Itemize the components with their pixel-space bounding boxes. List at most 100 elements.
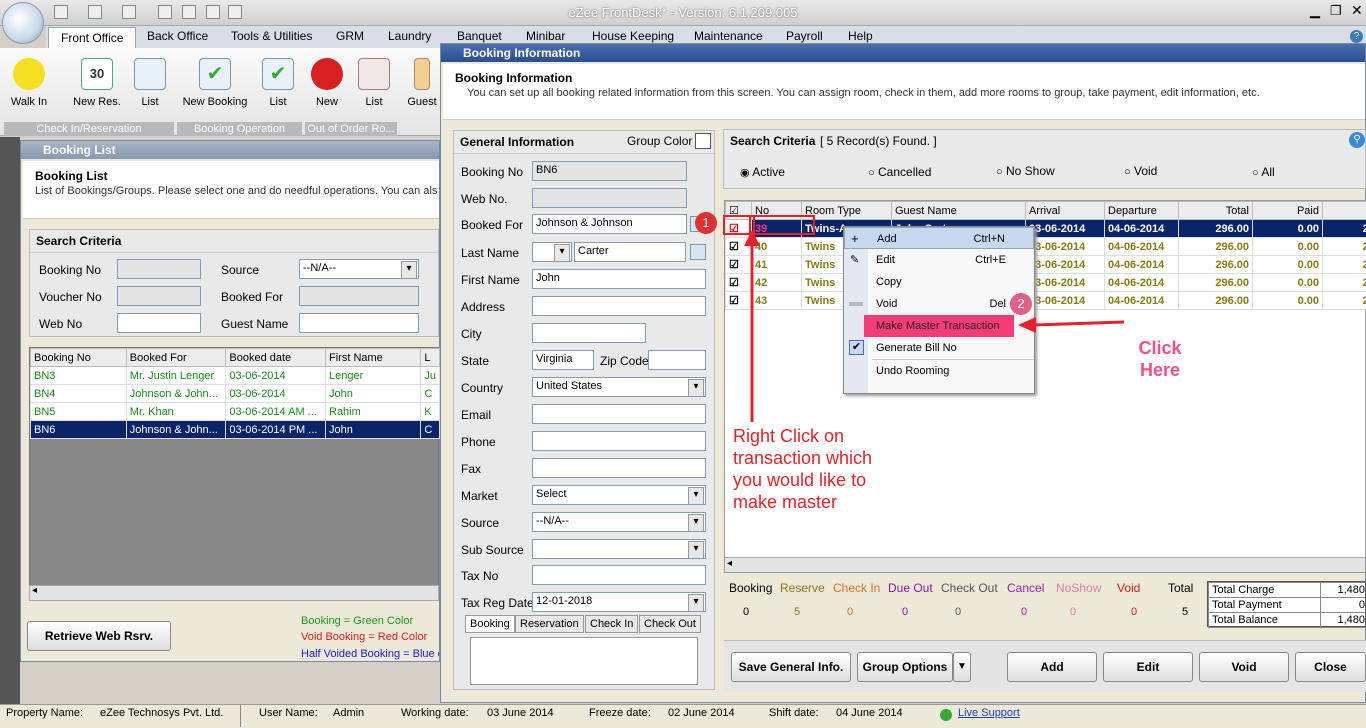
gi-address-input[interactable] xyxy=(532,296,706,316)
retrieve-web-rsrv-button[interactable]: Retrieve Web Rsrv. xyxy=(27,621,171,651)
gi-tax-no-input[interactable] xyxy=(532,565,706,585)
cell-paid: 0.00 xyxy=(1252,237,1323,256)
group-color-swatch[interactable] xyxy=(695,133,711,149)
col-first-name[interactable]: First Name xyxy=(324,348,422,367)
help-icon[interactable]: ? xyxy=(1350,30,1363,43)
tab-front-office[interactable]: Front Office xyxy=(48,27,137,48)
gi-source-select[interactable]: --N/A-- xyxy=(532,512,706,532)
tab-tools-utilities[interactable]: Tools & Utilities xyxy=(231,29,312,43)
gi-zip-input[interactable] xyxy=(648,350,706,370)
tab-back-office[interactable]: Back Office xyxy=(147,29,208,43)
tab-grm[interactable]: GRM xyxy=(336,29,364,43)
booking-list-icon: ✔ xyxy=(262,58,294,90)
tab-payroll[interactable]: Payroll xyxy=(786,29,823,43)
tab-check-in[interactable]: Check In xyxy=(585,615,639,633)
tab-check-out[interactable]: Check Out xyxy=(639,615,701,633)
total-payment-value: 0 xyxy=(1319,597,1366,613)
edit-button[interactable]: Edit xyxy=(1103,652,1193,682)
gi-fax-input[interactable] xyxy=(532,458,706,478)
stop-icon xyxy=(311,58,343,90)
table-row[interactable]: BN4 Johnson & John... 03-06-2014 John C xyxy=(30,384,440,403)
save-general-info-button[interactable]: Save General Info. xyxy=(731,652,851,682)
booking-list-hscrollbar[interactable]: ◂ xyxy=(29,585,439,601)
col-last[interactable]: L xyxy=(420,348,440,367)
table-row-selected[interactable]: BN6 Johnson & John... 03-06-2014 PM ... Joh… xyxy=(30,420,440,439)
room-grid-hscrollbar[interactable]: ◂ xyxy=(725,557,1365,572)
out-of-order-list-button[interactable]: List xyxy=(350,56,398,116)
gi-city-input[interactable] xyxy=(532,323,646,343)
live-support-icon[interactable] xyxy=(940,709,952,721)
radio-cancelled[interactable]: ○ Cancelled xyxy=(868,165,931,179)
reservation-list-button[interactable]: List xyxy=(126,56,174,116)
tab-maintenance[interactable]: Maintenance xyxy=(694,29,763,43)
save-icon[interactable] xyxy=(54,5,68,19)
close-icon[interactable]: ✕ xyxy=(1351,2,1363,19)
guest-name-input[interactable] xyxy=(299,313,419,333)
minimize-icon[interactable]: ▁ xyxy=(1310,3,1320,19)
gi-sub-source-label: Sub Source xyxy=(461,543,524,557)
voucher-no-input[interactable] xyxy=(117,286,201,306)
scroll-left-icon[interactable]: ◂ xyxy=(32,585,37,596)
group-options-dropdown-icon[interactable]: ▼ xyxy=(953,652,971,682)
tab-minibar[interactable]: Minibar xyxy=(526,29,565,43)
col-paid[interactable]: Paid xyxy=(1252,201,1323,220)
restore-icon[interactable]: ❐ xyxy=(1330,3,1342,19)
gi-first-name-input[interactable]: John xyxy=(532,269,706,289)
gi-state-input[interactable]: Virginia xyxy=(532,350,594,370)
radio-void[interactable]: ○ Void xyxy=(1124,164,1157,178)
new-res-button[interactable]: 30 New Res. xyxy=(70,56,124,116)
source-select[interactable]: --N/A-- xyxy=(299,259,419,279)
radio-all[interactable]: ○ All xyxy=(1252,165,1275,179)
scroll-left-icon[interactable]: ◂ xyxy=(727,558,732,569)
page-icon[interactable] xyxy=(182,5,196,19)
tab-banquet[interactable]: Banquet xyxy=(457,29,502,43)
walk-in-button[interactable]: Walk In xyxy=(5,56,53,116)
radio-no-show[interactable]: ○ No Show xyxy=(996,164,1055,178)
col-booked-date[interactable]: Booked date xyxy=(225,348,326,367)
gi-booked-for-input[interactable]: Johnson & Johnson xyxy=(532,214,687,234)
gi-last-name-input[interactable]: Carter xyxy=(574,242,686,262)
col-bal[interactable]: Bal xyxy=(1322,201,1366,220)
calendar-icon[interactable] xyxy=(88,5,102,19)
tab-reservation[interactable]: Reservation xyxy=(515,615,584,633)
gi-tax-reg-date-select[interactable]: 12-01-2018 xyxy=(532,592,706,612)
book-icon[interactable] xyxy=(158,5,172,19)
table-row[interactable]: BN5 Mr. Khan 03-06-2014 AM ... Rahim K xyxy=(30,402,440,421)
app-logo-icon[interactable] xyxy=(2,2,44,44)
group-options-button[interactable]: Group Options xyxy=(857,652,953,682)
check-icon[interactable] xyxy=(228,5,242,19)
col-booked-for[interactable]: Booked For xyxy=(125,348,227,367)
tab-booking[interactable]: Booking xyxy=(465,615,515,633)
tab-content-area[interactable] xyxy=(470,637,698,685)
mail-icon[interactable] xyxy=(122,5,136,19)
tab-help[interactable]: Help xyxy=(848,29,873,43)
booking-list-button[interactable]: ✔ List xyxy=(254,56,302,116)
gi-phone-input[interactable] xyxy=(532,431,706,451)
gi-booking-no-input[interactable]: BN6 xyxy=(532,161,687,181)
gi-email-input[interactable] xyxy=(532,404,706,424)
guest-button[interactable]: Guest xyxy=(400,56,444,116)
pdf-icon[interactable] xyxy=(206,5,220,19)
col-booking-no[interactable]: Booking No xyxy=(30,348,127,367)
search-icon[interactable]: ⚲ xyxy=(1349,132,1365,148)
void-button[interactable]: Void xyxy=(1199,652,1289,682)
out-of-order-new-button[interactable]: New xyxy=(303,56,351,116)
tab-laundry[interactable]: Laundry xyxy=(388,29,431,43)
add-button[interactable]: Add xyxy=(1007,652,1097,682)
tab-house-keeping[interactable]: House Keeping xyxy=(592,29,674,43)
gi-country-select[interactable]: United States xyxy=(532,377,706,397)
col-total[interactable]: Total xyxy=(1178,201,1253,220)
new-booking-button[interactable]: ✔ New Booking xyxy=(182,56,248,116)
close-button[interactable]: Close xyxy=(1295,652,1366,682)
gi-sub-source-select[interactable] xyxy=(532,539,706,559)
gi-market-select[interactable]: Select xyxy=(532,485,706,505)
legend-booking: Booking = Green Color xyxy=(301,615,414,627)
web-no-input[interactable] xyxy=(117,313,201,333)
gi-web-no-input[interactable] xyxy=(532,188,687,208)
gi-salutation-select[interactable] xyxy=(532,242,572,262)
booked-for-input[interactable] xyxy=(299,286,419,306)
radio-active[interactable]: ◉ Active xyxy=(740,165,785,179)
table-row[interactable]: BN3 Mr. Justin Lenger 03-06-2014 Lenger Ju xyxy=(30,366,440,385)
live-support-link[interactable]: Live Support xyxy=(958,707,1020,719)
booking-no-input[interactable] xyxy=(117,259,201,279)
